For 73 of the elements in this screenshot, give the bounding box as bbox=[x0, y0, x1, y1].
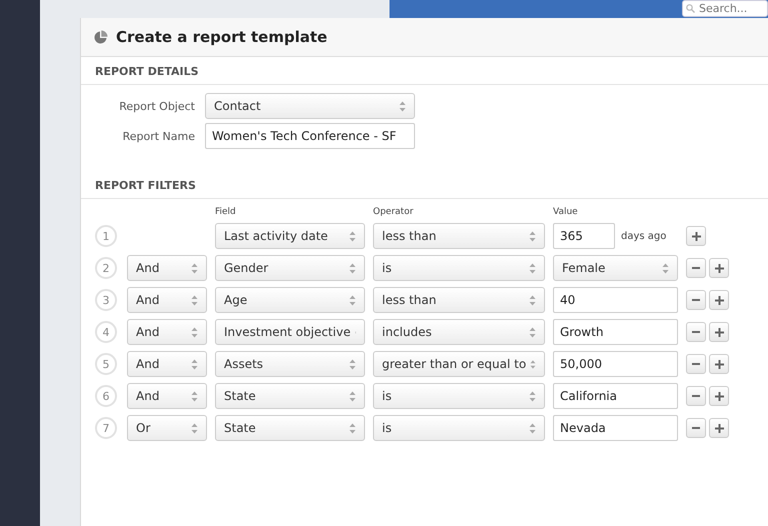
field-label: Report Name bbox=[122, 130, 195, 142]
plus-icon bbox=[714, 360, 724, 368]
field-select[interactable]: Assets bbox=[215, 351, 365, 377]
conjunction-select[interactable]: And bbox=[127, 255, 207, 281]
section-heading: REPORT DETAILS bbox=[81, 57, 768, 85]
value-field[interactable]: 365 bbox=[553, 223, 615, 249]
conjunction-select[interactable]: And bbox=[127, 319, 207, 345]
add-button[interactable] bbox=[709, 258, 729, 278]
conjunction-select[interactable]: And bbox=[127, 287, 207, 313]
add-button[interactable] bbox=[709, 290, 729, 310]
value-field[interactable]: Growth bbox=[553, 319, 678, 345]
conjunction-select[interactable]: Or bbox=[127, 415, 207, 441]
field-select[interactable]: Investment objective bbox=[215, 319, 365, 345]
minus-icon bbox=[692, 331, 700, 333]
field-select[interactable]: State bbox=[215, 383, 365, 409]
operator-select[interactable]: less than bbox=[373, 287, 545, 313]
operator-select[interactable]: less than bbox=[373, 223, 545, 249]
add-button[interactable] bbox=[709, 386, 729, 406]
pie-chart-icon bbox=[93, 30, 108, 44]
operator-select[interactable]: greater than or equal to bbox=[373, 351, 545, 377]
column-header: Field bbox=[215, 207, 237, 217]
operator-select[interactable]: is bbox=[373, 255, 545, 281]
remove-button[interactable] bbox=[686, 290, 706, 310]
add-button[interactable] bbox=[709, 354, 729, 374]
plus-icon bbox=[714, 264, 724, 272]
plus-icon bbox=[714, 328, 724, 336]
remove-button[interactable] bbox=[686, 258, 706, 278]
search-field[interactable]: Search... bbox=[682, 0, 768, 17]
plus-icon bbox=[714, 424, 724, 432]
value-field[interactable]: 50,000 bbox=[553, 351, 678, 377]
value-field[interactable]: California bbox=[553, 383, 678, 409]
row-number: 7 bbox=[95, 417, 117, 439]
minus-icon bbox=[692, 427, 700, 429]
plus-icon bbox=[714, 296, 724, 304]
row-number: 4 bbox=[95, 321, 117, 343]
add-button[interactable] bbox=[709, 418, 729, 438]
minus-icon bbox=[692, 267, 700, 269]
value-field[interactable]: Nevada bbox=[553, 415, 678, 441]
row-number: 6 bbox=[95, 385, 117, 407]
row-number: 2 bbox=[95, 257, 117, 279]
report-name-field[interactable]: Women's Tech Conference - SF bbox=[205, 123, 415, 149]
section-heading: REPORT FILTERS bbox=[81, 171, 768, 199]
column-header: Value bbox=[553, 207, 579, 217]
suffix-text: days ago bbox=[621, 230, 666, 242]
field-label: Report Object bbox=[118, 100, 195, 112]
operator-select[interactable]: includes bbox=[373, 319, 545, 345]
remove-button[interactable] bbox=[686, 354, 706, 374]
add-button[interactable] bbox=[709, 322, 729, 342]
operator-select[interactable]: is bbox=[373, 383, 545, 409]
remove-button[interactable] bbox=[686, 322, 706, 342]
field-select[interactable]: State bbox=[215, 415, 365, 441]
row-number: 1 bbox=[95, 225, 117, 247]
conjunction-select[interactable]: And bbox=[127, 383, 207, 409]
column-header: Operator bbox=[373, 207, 414, 217]
remove-button[interactable] bbox=[686, 418, 706, 438]
row-number: 5 bbox=[95, 353, 117, 375]
row-number: 3 bbox=[95, 289, 117, 311]
conjunction-select[interactable]: And bbox=[127, 351, 207, 377]
field-select[interactable]: Gender bbox=[215, 255, 365, 281]
minus-icon bbox=[692, 395, 700, 397]
operator-select[interactable]: is bbox=[373, 415, 545, 441]
minus-icon bbox=[692, 363, 700, 365]
plus-icon bbox=[692, 232, 700, 240]
plus-icon bbox=[714, 392, 724, 400]
field-select[interactable]: Last activity date bbox=[215, 223, 365, 249]
report-object-select[interactable]: Contact bbox=[205, 93, 415, 119]
value-field[interactable]: 40 bbox=[553, 287, 678, 313]
remove-button[interactable] bbox=[686, 386, 706, 406]
value-select[interactable]: Female bbox=[553, 255, 678, 281]
page-title: Create a report template bbox=[116, 28, 328, 46]
minus-icon bbox=[692, 299, 700, 301]
add-button[interactable] bbox=[686, 226, 706, 246]
field-select[interactable]: Age bbox=[215, 287, 365, 313]
